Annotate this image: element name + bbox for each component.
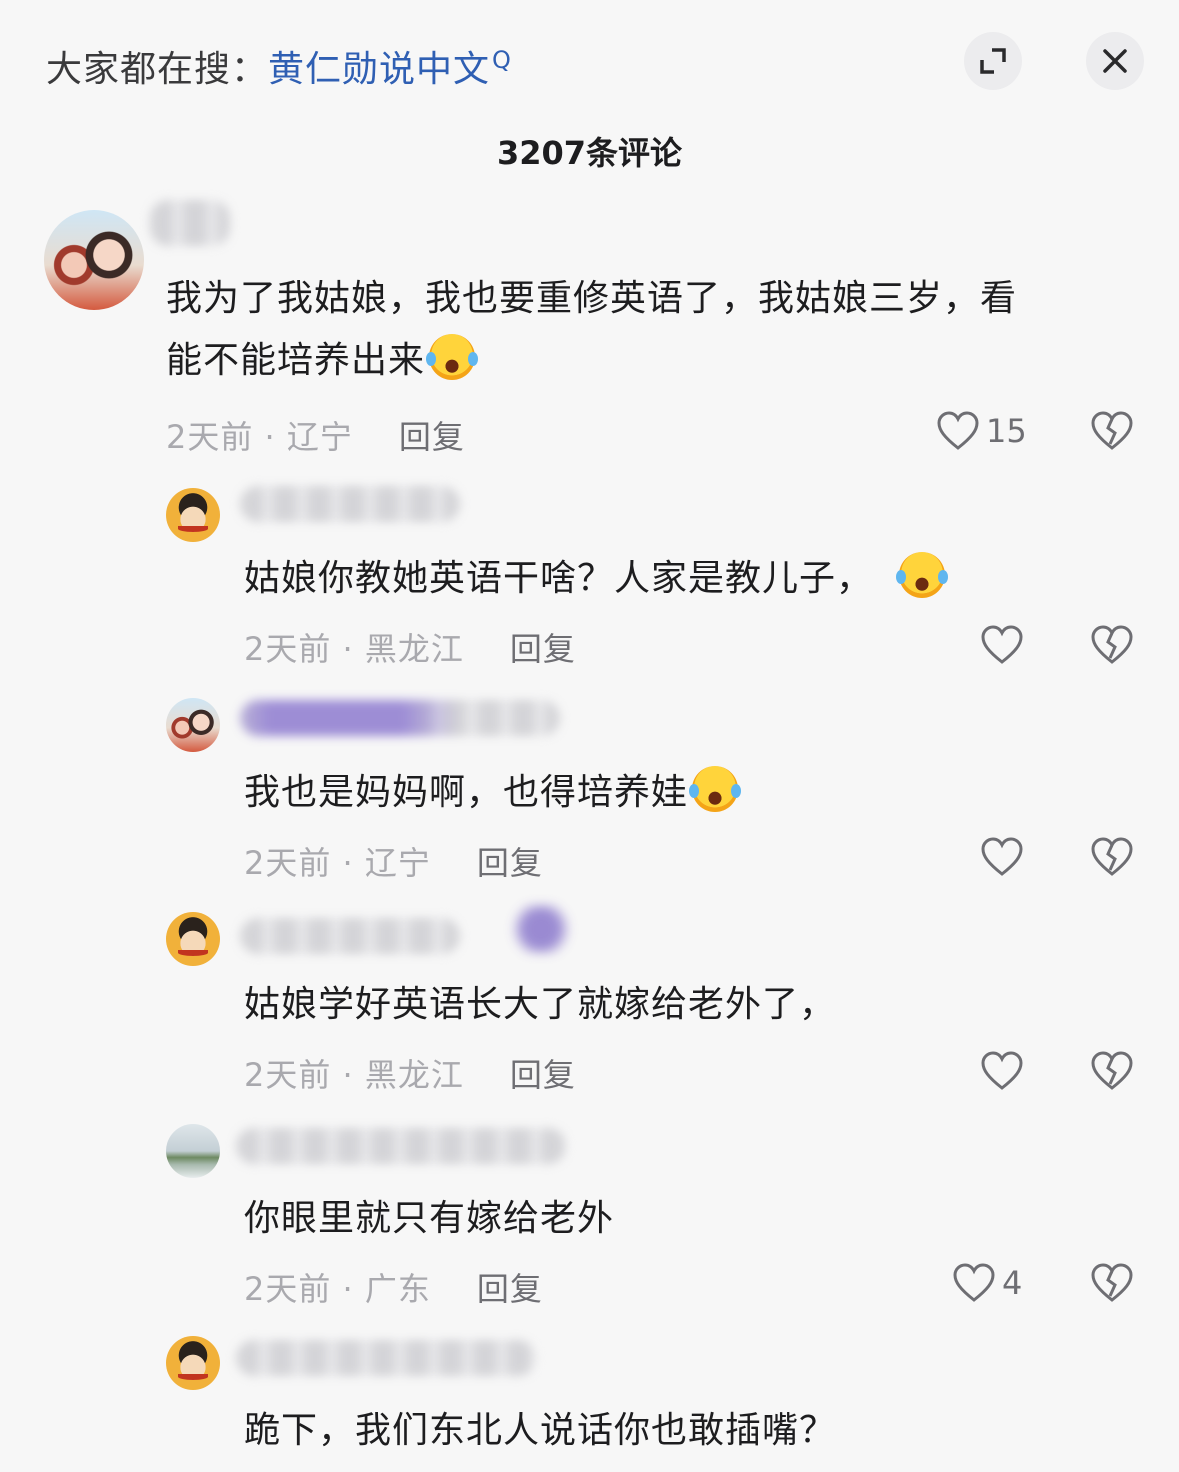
like-button[interactable]: 15 — [936, 410, 1027, 452]
heart-icon — [953, 1263, 995, 1302]
dislike-button[interactable] — [1090, 410, 1134, 452]
username-blurred[interactable] — [240, 918, 460, 954]
comment-text: 姑娘你教她英语干啥？人家是教儿子， — [244, 548, 949, 610]
comment-text: 我为了我姑娘，我也要重修英语了，我姑娘三岁，看 能不能培养出来 — [166, 278, 1018, 381]
expand-icon — [980, 48, 1006, 74]
like-button[interactable] — [980, 624, 1024, 666]
comment-text: 跪下，我们东北人说话你也敢插嘴？ — [244, 1410, 837, 1451]
comment-text: 你眼里就只有嫁给老外 — [244, 1198, 615, 1239]
reply-button[interactable]: 回复 — [510, 1056, 576, 1094]
search-icon: Q — [492, 46, 512, 74]
dislike-button[interactable] — [1090, 624, 1134, 666]
heart-icon — [937, 411, 979, 450]
search-term-link[interactable]: 黄仁勋说中文 — [268, 49, 490, 90]
avatar[interactable] — [44, 210, 144, 310]
comment-time-location: 2天前 · 黑龙江 — [244, 630, 464, 668]
comment-meta: 2天前 · 广东 回复 — [244, 1264, 543, 1310]
avatar[interactable] — [166, 488, 220, 542]
comment-meta: 2天前 · 辽宁 回复 — [166, 412, 465, 458]
username-blurred[interactable] — [236, 1128, 566, 1164]
like-button[interactable]: 4 — [952, 1262, 1022, 1304]
avatar[interactable] — [166, 1336, 220, 1390]
comment-meta: 2天前 · 黑龙江 回复 — [244, 1050, 576, 1096]
avatar[interactable] — [166, 698, 220, 752]
laugh-cry-emoji-icon — [689, 766, 742, 812]
broken-heart-icon — [1091, 1051, 1133, 1090]
broken-heart-icon — [1091, 625, 1133, 664]
username-badge-blurred — [506, 904, 576, 954]
laugh-cry-emoji-icon — [896, 552, 949, 598]
search-prefix-label: 大家都在搜： — [46, 49, 269, 90]
comment-time-location: 2天前 · 辽宁 — [244, 844, 431, 882]
username-blurred[interactable] — [236, 1340, 536, 1376]
comment-meta: 2天前 · 黑龙江 回复 — [244, 624, 576, 670]
heart-icon — [981, 837, 1023, 876]
reply-button[interactable]: 回复 — [477, 844, 543, 882]
like-count: 15 — [986, 412, 1027, 450]
laugh-cry-emoji-icon — [426, 334, 479, 380]
dislike-button[interactable] — [1090, 1050, 1134, 1092]
reply-button[interactable]: 回复 — [510, 630, 576, 668]
dislike-button[interactable] — [1090, 836, 1134, 878]
reply-button[interactable]: 回复 — [477, 1270, 543, 1308]
avatar[interactable] — [166, 1124, 220, 1178]
comment-text: 我也是妈妈啊，也得培养娃 — [244, 762, 742, 824]
broken-heart-icon — [1091, 1263, 1133, 1302]
comment-time-location: 2天前 · 辽宁 — [166, 418, 353, 456]
like-button[interactable] — [980, 836, 1024, 878]
username-blurred[interactable] — [240, 486, 460, 522]
avatar[interactable] — [166, 912, 220, 966]
heart-icon — [981, 625, 1023, 664]
comment-count-title: 3207条评论 — [496, 134, 683, 172]
reply-button[interactable]: 回复 — [399, 418, 465, 456]
search-suggestion-bar[interactable]: 大家都在搜：黄仁勋说中文Q — [46, 40, 512, 92]
like-count: 4 — [1002, 1264, 1023, 1302]
broken-heart-icon — [1091, 411, 1133, 450]
close-button[interactable] — [1086, 32, 1144, 90]
dislike-button[interactable] — [1090, 1262, 1134, 1304]
username-blurred[interactable] — [150, 200, 230, 246]
comment-time-location: 2天前 · 黑龙江 — [244, 1056, 464, 1094]
comment-text: 姑娘学好英语长大了就嫁给老外了， — [244, 984, 837, 1025]
broken-heart-icon — [1091, 837, 1133, 876]
comment-meta: 2天前 · 辽宁 回复 — [244, 838, 543, 884]
close-icon — [1103, 49, 1127, 73]
username-blurred[interactable] — [240, 700, 560, 736]
comment-time-location: 2天前 · 广东 — [244, 1270, 431, 1308]
heart-icon — [981, 1051, 1023, 1090]
like-button[interactable] — [980, 1050, 1024, 1092]
expand-button[interactable] — [964, 32, 1022, 90]
